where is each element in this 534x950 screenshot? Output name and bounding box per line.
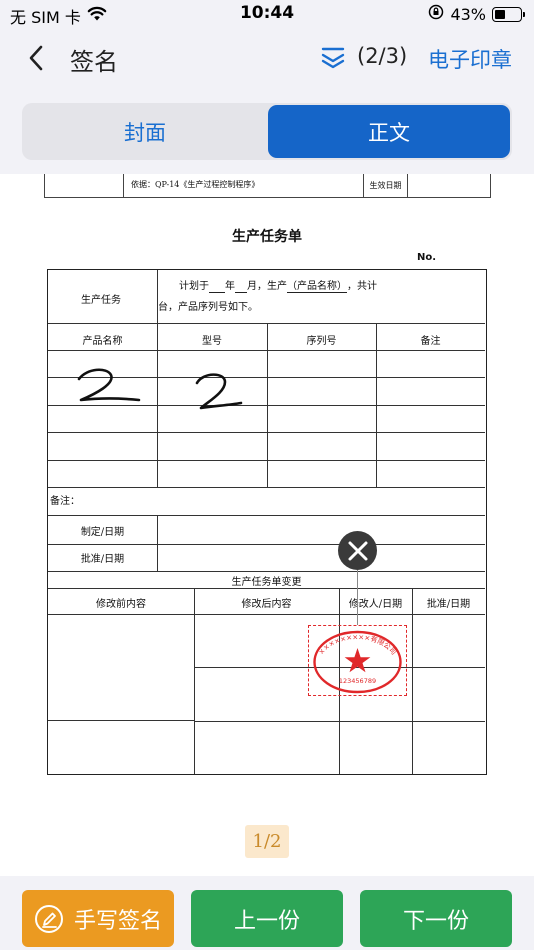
header-basis: 依据：QP-14《生产过程控制程序》 (131, 180, 260, 189)
handwrite-sign-button[interactable]: 手写签名 (22, 890, 174, 947)
segment-control: 封面 正文 (22, 103, 512, 160)
blank-year (209, 281, 225, 293)
orientation-lock-icon (428, 4, 444, 24)
document-title: 生产任务单 (232, 229, 302, 245)
task-line-1: 计划于 年 月，生产（产品名称），共计 (179, 277, 377, 293)
company-seal: ×××××××××有限公司 123456789 (313, 630, 402, 694)
close-icon (348, 541, 367, 560)
document-viewer[interactable]: 依据：QP-14《生产过程控制程序》 生效日期 生产任务单 No. 生产任务 计… (0, 174, 534, 876)
battery-icon (492, 6, 525, 22)
col-model: 型号 (202, 336, 222, 347)
remarks-label: 备注： (50, 496, 80, 507)
handwrite-sign-label: 手写签名 (73, 908, 162, 934)
tab-body[interactable]: 正文 (268, 105, 510, 158)
table-line (157, 270, 158, 323)
table-line (157, 515, 158, 571)
previous-button[interactable]: 上一份 (191, 890, 343, 947)
segment-area: 封面 正文 (0, 88, 534, 174)
table-line (48, 515, 485, 516)
task-label: 生产任务 (81, 295, 121, 306)
next-button[interactable]: 下一份 (360, 890, 512, 947)
col-modifier: 修改人/日期 (348, 599, 403, 610)
document-no-label: No. (417, 252, 437, 263)
task-text: 年 (225, 281, 235, 292)
document-header-strip: 依据：QP-14《生产过程控制程序》 生效日期 (44, 174, 491, 198)
approved-by-label: 批准/日期 (80, 554, 125, 565)
page-count: (2/3) (357, 44, 408, 68)
stamp-number: 123456789 (339, 677, 376, 685)
page-title: 签名 (70, 48, 118, 76)
header-cell-blank (45, 174, 124, 197)
task-text: 计划于 (179, 281, 209, 292)
col-approver: 批准/日期 (426, 599, 471, 610)
layers-icon (321, 47, 345, 69)
table-line (48, 720, 194, 721)
handwritten-signature-1 (77, 368, 141, 402)
table-line (48, 588, 485, 589)
table-line (267, 323, 268, 488)
col-after: 修改后内容 (241, 599, 292, 610)
task-text: 月，生产 (247, 281, 287, 292)
table-line (48, 544, 485, 545)
table-line (157, 323, 158, 488)
back-button[interactable] (18, 40, 54, 76)
chevron-left-icon (29, 45, 43, 71)
made-by-label: 制定/日期 (80, 527, 125, 538)
col-product-name: 产品名称 (82, 336, 123, 347)
table-line (48, 614, 485, 615)
col-remark: 备注 (420, 336, 441, 347)
nav-bar: 签名 (2/3) 电子印章 (0, 28, 534, 88)
layers-button[interactable] (318, 42, 348, 72)
battery-level (495, 9, 505, 19)
col-before: 修改前内容 (96, 599, 146, 610)
product-name-blank: （产品名称） (287, 277, 347, 293)
change-title: 生产任务单变更 (231, 577, 302, 588)
task-line-2: 台，产品序列号如下。 (158, 302, 258, 313)
bottom-toolbar: 手写签名 上一份 下一份 (0, 876, 534, 950)
electronic-stamp-button[interactable]: 电子印章 (428, 44, 512, 74)
col-serial: 序列号 (306, 336, 337, 347)
task-text: ，共计 (347, 281, 377, 292)
header-effective-date: 生效日期 (363, 174, 408, 197)
battery-percent: 43% (450, 4, 486, 24)
stamp-frame[interactable]: ×××××××××有限公司 123456789 (308, 625, 407, 696)
table-line (194, 588, 195, 774)
blank-month (235, 281, 247, 293)
task-table: 生产任务 计划于 年 月，生产（产品名称），共计 台，产品序列号如下。 产品名称… (47, 269, 487, 775)
status-right: 43% (428, 4, 525, 24)
delete-stamp-button[interactable] (338, 531, 377, 570)
tab-cover[interactable]: 封面 (24, 105, 266, 158)
table-line (48, 571, 485, 572)
stamp-connector (357, 570, 358, 625)
pen-icon (34, 904, 63, 933)
page-indicator: 1/2 (245, 825, 289, 858)
handwritten-signature-2 (195, 373, 243, 410)
table-line (412, 588, 413, 774)
status-bar: 无 SIM 卡 10:44 43% (0, 0, 534, 28)
screen: 无 SIM 卡 10:44 43% 签名 (2/3) 电子印章 封面 正文 依据… (0, 0, 534, 950)
table-line (376, 323, 377, 488)
